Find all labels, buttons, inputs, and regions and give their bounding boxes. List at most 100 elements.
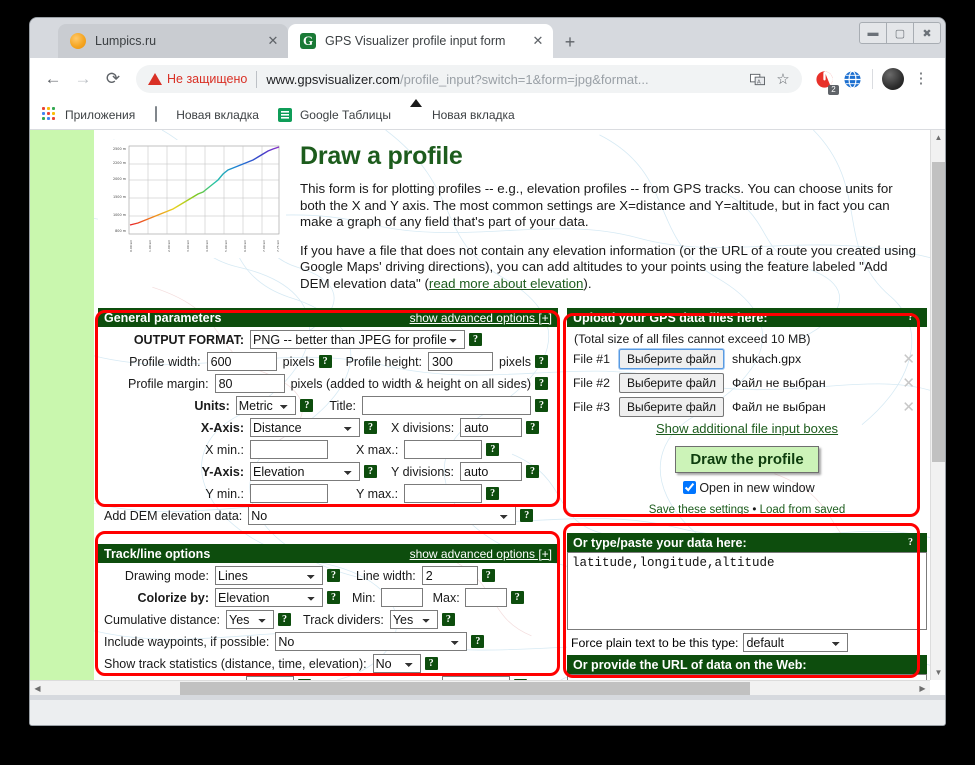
- y-divisions-input[interactable]: [460, 462, 522, 481]
- clear-file-icon-2[interactable]: ✕: [902, 374, 921, 392]
- show-advanced-options-general[interactable]: show advanced options [+]: [410, 311, 552, 325]
- reload-button[interactable]: ⟳: [98, 64, 128, 94]
- help-icon[interactable]: ?: [424, 657, 438, 670]
- help-icon[interactable]: ?: [535, 399, 548, 412]
- help-icon[interactable]: ?: [486, 443, 500, 456]
- not-secure-badge[interactable]: Не защищено: [148, 72, 247, 86]
- maximize-button[interactable]: ▢: [886, 22, 914, 44]
- min-input[interactable]: [380, 588, 423, 607]
- help-icon[interactable]: ?: [535, 377, 548, 390]
- back-button[interactable]: ←: [38, 64, 68, 94]
- open-in-new-window-checkbox[interactable]: [683, 481, 697, 494]
- bookmark-new-tab-1[interactable]: Новая вкладка: [153, 105, 259, 123]
- help-icon[interactable]: ?: [481, 569, 495, 582]
- help-icon[interactable]: ?: [364, 465, 377, 478]
- intro-paragraph-2: If you have a file that does not contain…: [300, 243, 916, 293]
- x-max-input[interactable]: [404, 440, 483, 459]
- help-icon[interactable]: ?: [327, 591, 340, 604]
- minimize-button[interactable]: ▬: [859, 22, 887, 44]
- close-window-button[interactable]: ✖: [913, 22, 941, 44]
- help-icon[interactable]: ?: [318, 355, 332, 368]
- save-settings-link[interactable]: Save these settings: [649, 504, 749, 516]
- vertical-scrollbar-thumb[interactable]: [932, 162, 945, 462]
- help-icon[interactable]: ?: [486, 487, 500, 500]
- read-more-elevation-link[interactable]: read more about elevation: [429, 276, 584, 291]
- horizontal-scrollbar[interactable]: ◀ ▶: [30, 680, 930, 695]
- help-icon[interactable]: ?: [300, 399, 314, 412]
- drawing-mode-select[interactable]: Lines: [215, 566, 323, 585]
- x-divisions-input[interactable]: [460, 418, 523, 437]
- new-tab-button[interactable]: +: [558, 30, 582, 54]
- translate-icon[interactable]: A: [744, 66, 770, 92]
- add-dem-select[interactable]: No: [248, 506, 517, 525]
- clear-file-icon-1[interactable]: ✕: [902, 350, 921, 368]
- help-icon[interactable]: ?: [526, 465, 539, 478]
- right-column: Upload your GPS data files here: ? (Tota…: [567, 308, 927, 680]
- menu-button[interactable]: ⋮: [907, 65, 935, 93]
- scroll-down-arrow-icon[interactable]: ▼: [931, 665, 945, 680]
- x-min-input[interactable]: [250, 440, 328, 459]
- help-icon[interactable]: ?: [526, 421, 540, 434]
- include-waypoints-label: Include waypoints, if possible:: [104, 634, 270, 649]
- show-additional-file-inputs-link[interactable]: Show additional file input boxes: [573, 421, 921, 436]
- scroll-left-arrow-icon[interactable]: ◀: [30, 681, 45, 695]
- paste-data-textarea[interactable]: [567, 552, 927, 630]
- title-label: Title:: [329, 398, 356, 413]
- profile-margin-input[interactable]: [214, 374, 285, 393]
- y-max-input[interactable]: [404, 484, 483, 503]
- bookmark-google-sheets[interactable]: Google Таблицы: [277, 107, 391, 123]
- help-icon[interactable]: ?: [904, 311, 917, 324]
- help-icon[interactable]: ?: [469, 333, 482, 346]
- help-icon[interactable]: ?: [904, 536, 917, 549]
- choose-file-button-3[interactable]: Выберите файл: [619, 397, 725, 417]
- force-plain-text-select[interactable]: default: [743, 633, 849, 652]
- choose-file-button-2[interactable]: Выберите файл: [619, 373, 725, 393]
- help-icon[interactable]: ?: [441, 613, 455, 626]
- vertical-scrollbar[interactable]: ▲ ▼: [930, 130, 945, 680]
- scroll-up-arrow-icon[interactable]: ▲: [931, 130, 945, 145]
- svg-text:6.00 km: 6.00 km: [243, 240, 247, 252]
- extension-icon-globe[interactable]: [838, 65, 866, 93]
- bookmark-apps[interactable]: Приложения: [42, 106, 135, 123]
- show-advanced-options-track[interactable]: show advanced options [+]: [410, 547, 552, 561]
- colorize-by-select[interactable]: Elevation: [215, 588, 323, 607]
- y-axis-select[interactable]: Elevation: [250, 462, 360, 481]
- clear-file-icon-3[interactable]: ✕: [902, 398, 921, 416]
- bookmark-new-tab-2[interactable]: Новая вкладка: [409, 107, 515, 123]
- profile-width-input[interactable]: [206, 352, 277, 371]
- cumulative-distance-select[interactable]: Yes: [226, 610, 275, 629]
- track-dividers-select[interactable]: Yes: [389, 610, 438, 629]
- scroll-right-arrow-icon[interactable]: ▶: [915, 681, 930, 695]
- line-width-input[interactable]: [421, 566, 478, 585]
- horizontal-scrollbar-thumb[interactable]: [180, 682, 750, 695]
- tab-gps-visualizer[interactable]: G GPS Visualizer profile input form ✕: [288, 24, 553, 58]
- title-input[interactable]: [362, 396, 531, 415]
- avatar[interactable]: [879, 65, 907, 93]
- max-input[interactable]: [464, 588, 507, 607]
- forward-button[interactable]: →: [68, 64, 98, 94]
- output-format-select[interactable]: PNG -- better than JPEG for profiles: [250, 330, 465, 349]
- help-icon[interactable]: ?: [510, 591, 524, 604]
- close-icon[interactable]: ✕: [264, 32, 282, 50]
- tab-strip: Lumpics.ru ✕ G GPS Visualizer profile in…: [30, 18, 945, 58]
- draw-the-profile-button[interactable]: Draw the profile: [675, 446, 819, 473]
- help-icon[interactable]: ?: [535, 355, 548, 368]
- load-from-saved-link[interactable]: Load from saved: [760, 504, 846, 516]
- include-waypoints-select[interactable]: No: [275, 632, 468, 651]
- address-bar[interactable]: Не защищено www.gpsvisualizer.com/profil…: [136, 65, 802, 93]
- help-icon[interactable]: ?: [520, 509, 534, 522]
- star-icon[interactable]: ☆: [770, 66, 796, 92]
- help-icon[interactable]: ?: [278, 613, 292, 626]
- help-icon[interactable]: ?: [327, 569, 340, 582]
- units-select[interactable]: Metric: [235, 396, 297, 415]
- tab-lumpics[interactable]: Lumpics.ru ✕: [58, 24, 288, 58]
- choose-file-button-1[interactable]: Выберите файл: [619, 349, 725, 369]
- close-icon[interactable]: ✕: [529, 32, 547, 50]
- y-min-input[interactable]: [250, 484, 328, 503]
- help-icon[interactable]: ?: [364, 421, 377, 434]
- profile-height-input[interactable]: [428, 352, 494, 371]
- x-axis-select[interactable]: Distance: [250, 418, 360, 437]
- extension-icon-adblock[interactable]: 2: [810, 65, 839, 95]
- show-track-stats-select[interactable]: No: [372, 654, 421, 673]
- help-icon[interactable]: ?: [471, 635, 485, 648]
